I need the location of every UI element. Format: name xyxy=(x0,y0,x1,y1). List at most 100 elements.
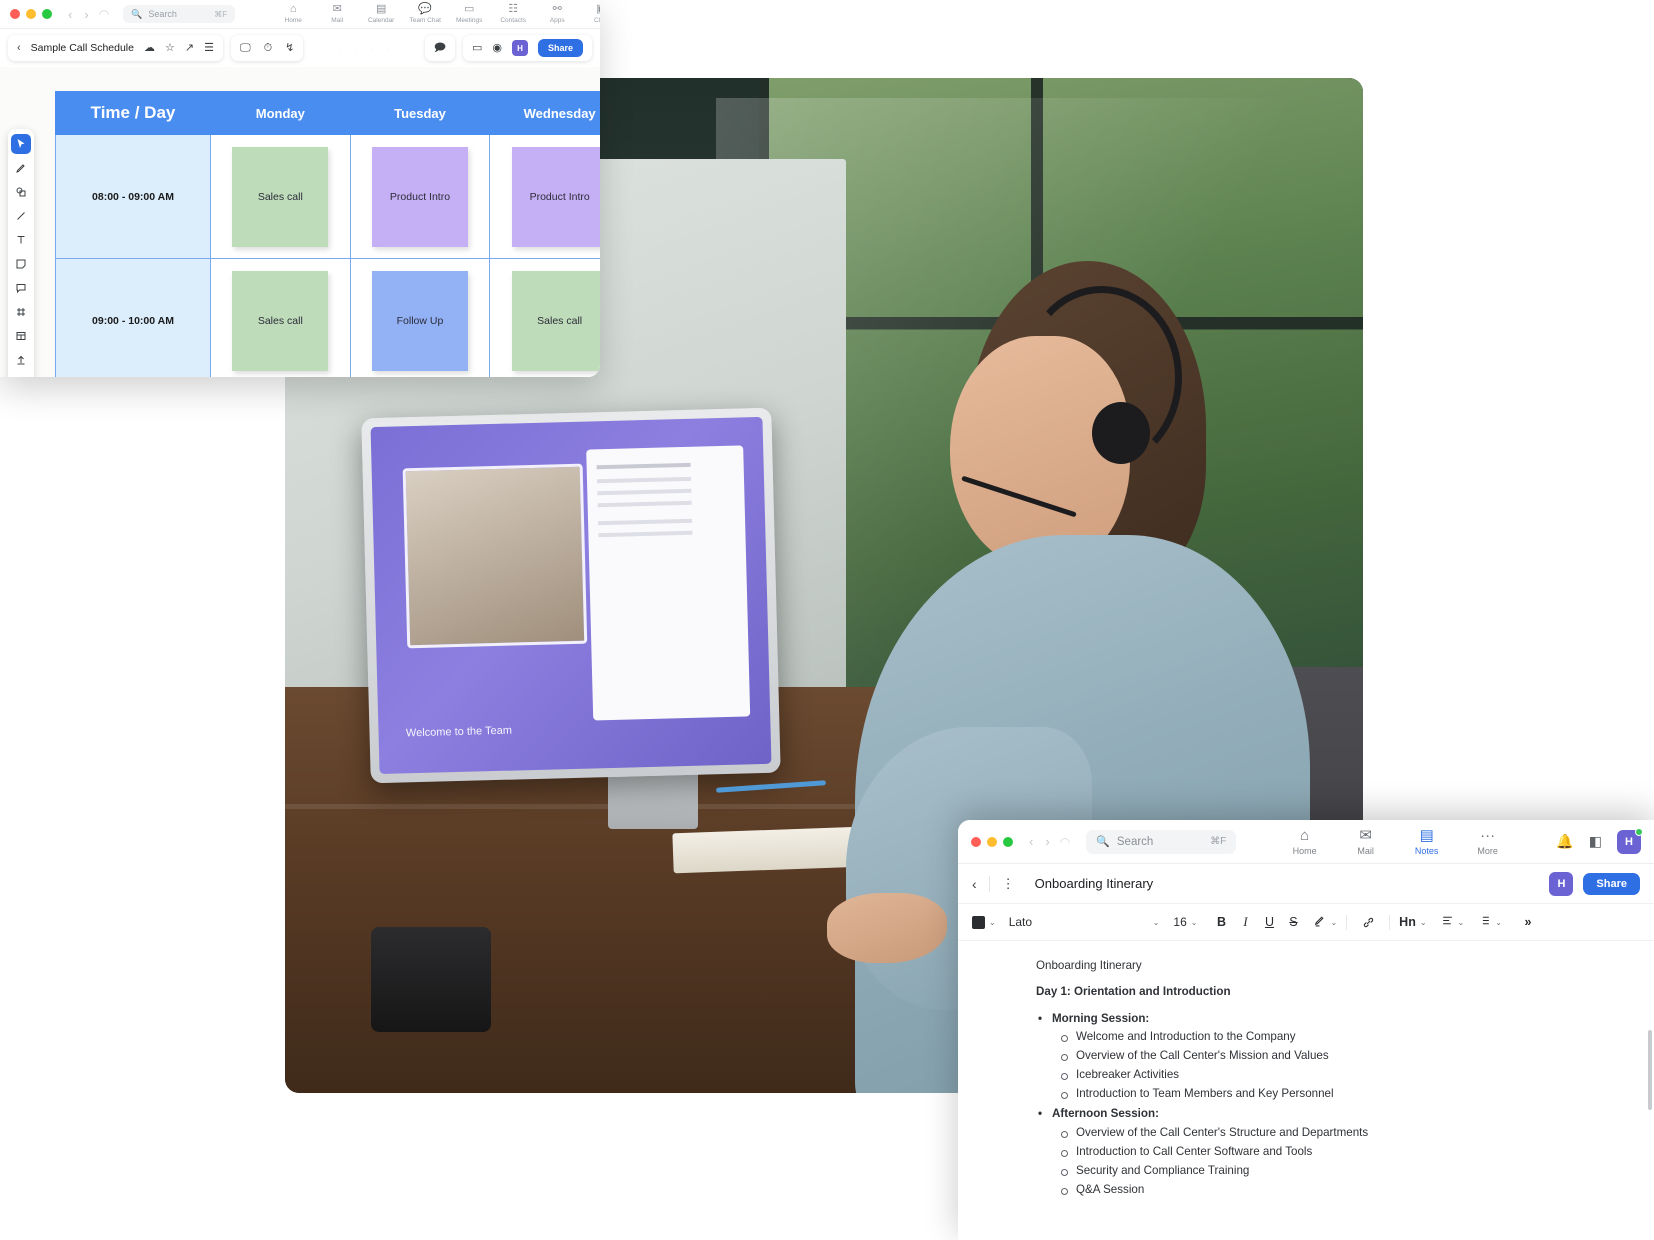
share-button[interactable]: Share xyxy=(537,39,583,57)
sticky-note[interactable]: Sales call xyxy=(232,146,329,247)
bell-icon[interactable]: 🔔 xyxy=(1556,833,1573,850)
search-input[interactable]: 🔍 Search ⌘F xyxy=(1086,829,1237,854)
doc-back-button[interactable]: ‹ xyxy=(972,876,977,892)
whiteboard-canvas[interactable]: Time / Day Monday Tuesday Wednesday 08:0… xyxy=(0,67,600,377)
minimize-button[interactable] xyxy=(987,836,997,847)
sticky-note[interactable]: Product Intro xyxy=(511,146,600,247)
pen-tool[interactable] xyxy=(11,158,31,178)
scrollbar[interactable] xyxy=(1648,1030,1652,1110)
board-back-button[interactable]: ‹ xyxy=(17,42,21,54)
app-nav[interactable]: ⌂ Home ✉ Mail ▤ Calendar 💬 Team Chat ▭ Meetin… xyxy=(271,4,601,25)
hamburger-menu-icon[interactable]: ☰ xyxy=(204,42,214,54)
kebab-menu-icon[interactable]: ⋮ xyxy=(1002,876,1015,892)
line-tool[interactable] xyxy=(11,206,31,226)
notes-document-body[interactable]: Onboarding Itinerary Day 1: Orientation … xyxy=(958,941,1654,1199)
comment-tool[interactable] xyxy=(11,278,31,298)
comment-icon[interactable]: 🗩 xyxy=(434,42,446,54)
nav-item-mail[interactable]: ✉ Mail xyxy=(1335,828,1396,856)
minimize-button[interactable] xyxy=(26,9,36,19)
history-nav[interactable]: ‹ › xyxy=(68,7,89,22)
timer-icon[interactable]: ⏱ xyxy=(264,42,273,54)
nav-item-more[interactable]: ··· More xyxy=(1457,828,1518,856)
doc-avatar[interactable]: H xyxy=(1549,871,1574,896)
text-tool[interactable] xyxy=(11,230,31,250)
font-size-select[interactable]: 16 ⌄ xyxy=(1173,915,1197,929)
highlight-button[interactable]: ⌄ xyxy=(1313,914,1337,930)
more-format-button[interactable]: » xyxy=(1516,915,1540,929)
sticky-note-tool[interactable] xyxy=(11,254,31,274)
nav-item-contacts[interactable]: ☷ Contacts xyxy=(491,4,535,25)
present-icon[interactable]: 🖵 xyxy=(240,42,251,54)
schedule-cell[interactable]: Sales call xyxy=(210,258,351,377)
schedule-cell[interactable]: Product Intro xyxy=(349,134,491,259)
heading-select[interactable]: Hn ⌄ xyxy=(1399,915,1426,929)
maximize-button[interactable] xyxy=(1003,836,1013,847)
window-controls[interactable] xyxy=(10,9,52,19)
link-button[interactable] xyxy=(1356,915,1380,929)
avatar[interactable]: H xyxy=(1617,827,1643,854)
history-icon[interactable]: ◠ xyxy=(1060,835,1070,849)
board-title[interactable]: Sample Call Schedule xyxy=(31,42,134,54)
connector-tool[interactable] xyxy=(11,374,31,377)
photo-poll-panel xyxy=(586,445,751,721)
share-button[interactable]: Share xyxy=(1583,872,1640,895)
nav-item-calendar[interactable]: ▤ Calendar xyxy=(359,4,403,25)
search-input[interactable]: 🔍 Search ⌘F xyxy=(123,5,236,23)
export-icon[interactable]: ↗ xyxy=(185,42,194,54)
close-button[interactable] xyxy=(971,836,981,847)
nav-item-clips[interactable]: ▣ Clips xyxy=(579,4,600,25)
align-select[interactable]: ⌄ xyxy=(1441,914,1464,930)
nav-item-team-chat[interactable]: 💬 Team Chat xyxy=(403,4,447,25)
avatar[interactable]: H xyxy=(511,40,528,56)
forward-arrow-icon[interactable]: › xyxy=(84,7,88,22)
toolbar-spacer-dots: · · · · · · xyxy=(323,44,405,52)
maximize-button[interactable] xyxy=(42,9,52,19)
schedule-cell[interactable]: Sales call xyxy=(210,134,351,259)
nav-label: Mail xyxy=(1357,845,1374,856)
table-header-row: Time / Day Monday Tuesday Wednesday xyxy=(55,91,600,135)
nav-item-mail[interactable]: ✉ Mail xyxy=(315,4,359,25)
nav-item-home[interactable]: ⌂ Home xyxy=(1274,828,1335,856)
text-color-picker[interactable]: ⌄ xyxy=(972,915,996,929)
star-icon[interactable]: ☆ xyxy=(165,42,175,54)
back-arrow-icon[interactable]: ‹ xyxy=(68,7,72,22)
app-nav[interactable]: ⌂ Home ✉ Mail ▤ Notes ··· More xyxy=(1274,828,1518,856)
history-nav[interactable]: ‹ › xyxy=(1029,834,1050,849)
history-icon[interactable]: ◠ xyxy=(99,7,109,21)
nav-item-home[interactable]: ⌂ Home xyxy=(271,4,315,25)
sticky-note[interactable]: Sales call xyxy=(232,270,329,371)
schedule-cell[interactable]: Follow Up xyxy=(349,258,491,377)
bold-button[interactable]: B xyxy=(1209,915,1233,929)
close-button[interactable] xyxy=(10,9,20,19)
italic-button[interactable]: I xyxy=(1233,915,1257,930)
window-controls[interactable] xyxy=(971,836,1013,847)
font-family-select[interactable]: Lato ⌄ xyxy=(996,915,1160,929)
back-arrow-icon[interactable]: ‹ xyxy=(1029,834,1033,849)
nav-item-meetings[interactable]: ▭ Meetings xyxy=(447,4,491,25)
schedule-cell[interactable]: Product Intro xyxy=(489,134,600,259)
cloud-save-icon[interactable]: ☁ xyxy=(144,42,155,54)
strikethrough-button[interactable]: S xyxy=(1281,915,1305,929)
forward-arrow-icon[interactable]: › xyxy=(1045,834,1049,849)
video-camera-icon[interactable]: ▭ xyxy=(472,42,482,54)
follow-icon[interactable]: ◉ xyxy=(492,42,502,54)
magic-wand-icon[interactable]: ↯ xyxy=(285,42,294,54)
upload-tool[interactable] xyxy=(11,350,31,370)
frame-tool[interactable] xyxy=(11,302,31,322)
doc-title[interactable]: Onboarding Itinerary xyxy=(1035,876,1154,891)
side-panel-icon[interactable]: ◧ xyxy=(1589,833,1602,850)
shapes-tool[interactable] xyxy=(11,182,31,202)
font-size-value: 16 xyxy=(1173,915,1187,929)
schedule-table[interactable]: Time / Day Monday Tuesday Wednesday 08:0… xyxy=(55,91,600,377)
doc-toolbar-group: ‹ Sample Call Schedule ☁ ☆ ↗ ☰ xyxy=(8,35,223,61)
template-tool[interactable] xyxy=(11,326,31,346)
schedule-cell[interactable]: Sales call xyxy=(489,258,600,377)
nav-item-apps[interactable]: ⚯ Apps xyxy=(535,4,579,25)
nav-item-notes[interactable]: ▤ Notes xyxy=(1396,828,1457,856)
underline-button[interactable]: U xyxy=(1257,915,1281,929)
select-tool[interactable] xyxy=(11,134,31,154)
sticky-note[interactable]: Sales call xyxy=(511,270,600,371)
list-select[interactable]: ⌄ xyxy=(1478,914,1502,930)
sticky-note[interactable]: Follow Up xyxy=(371,270,468,371)
sticky-note[interactable]: Product Intro xyxy=(371,146,468,247)
